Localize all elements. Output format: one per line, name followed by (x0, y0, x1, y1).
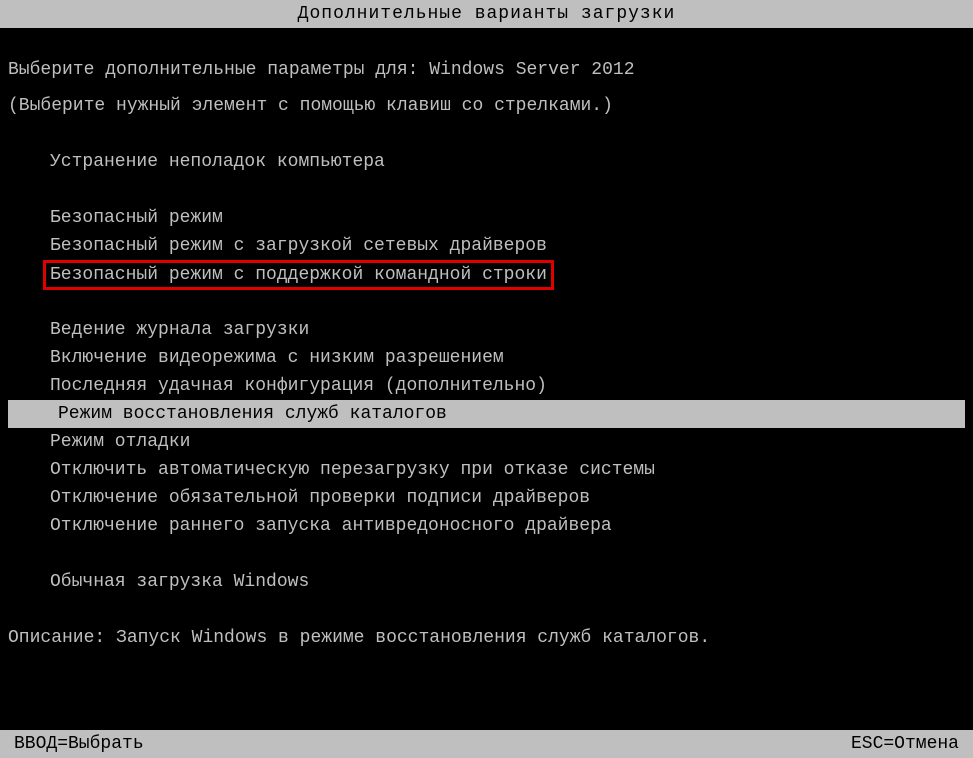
menu-item-safe-mode-networking[interactable]: Безопасный режим с загрузкой сетевых дра… (8, 232, 965, 260)
menu-item-label: Последняя удачная конфигурация (дополнит… (50, 376, 547, 396)
menu-item-dsrm-selected[interactable]: Режим восстановления служб каталогов (8, 400, 965, 428)
menu-item-repair[interactable]: Устранение неполадок компьютера (8, 148, 965, 176)
menu-item-disable-driver-sig[interactable]: Отключение обязательной проверки подписи… (8, 484, 965, 512)
description-label: Описание: (8, 628, 116, 648)
boot-menu-content: Выберите дополнительные параметры для: W… (0, 28, 973, 652)
description-text: Запуск Windows в режиме восстановления с… (116, 628, 710, 648)
prompt-prefix: Выберите дополнительные параметры для: (8, 60, 429, 80)
menu-item-safe-mode-cmd[interactable]: Безопасный режим с поддержкой командной … (8, 260, 965, 288)
menu-item-disable-elam[interactable]: Отключение раннего запуска антивредоносн… (8, 512, 965, 540)
menu-item-label: Режим отладки (50, 432, 190, 452)
menu-item-low-res-video[interactable]: Включение видеорежима с низким разрешени… (8, 344, 965, 372)
prompt-hint: (Выберите нужный элемент с помощью клави… (8, 92, 965, 120)
menu-item-label: Режим восстановления служб каталогов (58, 404, 447, 424)
menu-item-safe-mode[interactable]: Безопасный режим (8, 204, 965, 232)
menu-item-label: Включение видеорежима с низким разрешени… (50, 348, 504, 368)
menu-item-last-known-good[interactable]: Последняя удачная конфигурация (дополнит… (8, 372, 965, 400)
menu-item-label: Отключить автоматическую перезагрузку пр… (50, 460, 655, 480)
menu-item-label: Безопасный режим с поддержкой командной … (50, 265, 547, 285)
menu-item-label: Отключение обязательной проверки подписи… (50, 488, 590, 508)
screen-title: Дополнительные варианты загрузки (298, 4, 676, 24)
menu-item-label: Отключение раннего запуска антивредоносн… (50, 516, 612, 536)
menu-item-start-normally[interactable]: Обычная загрузка Windows (8, 568, 965, 596)
menu-item-label: Устранение неполадок компьютера (50, 152, 385, 172)
prompt-line: Выберите дополнительные параметры для: W… (8, 56, 965, 84)
title-bar: Дополнительные варианты загрузки (0, 0, 973, 28)
menu-item-label: Обычная загрузка Windows (50, 572, 309, 592)
menu-item-disable-auto-restart[interactable]: Отключить автоматическую перезагрузку пр… (8, 456, 965, 484)
footer-enter: ВВОД=Выбрать (14, 730, 144, 758)
highlighted-option: Безопасный режим с поддержкой командной … (43, 260, 554, 290)
footer-esc: ESC=Отмена (851, 730, 959, 758)
menu-item-label: Ведение журнала загрузки (50, 320, 309, 340)
description-line: Описание: Запуск Windows в режиме восста… (8, 624, 965, 652)
menu-item-label: Безопасный режим с загрузкой сетевых дра… (50, 236, 547, 256)
menu-item-boot-logging[interactable]: Ведение журнала загрузки (8, 316, 965, 344)
menu-item-label: Безопасный режим (50, 208, 223, 228)
menu-item-debug[interactable]: Режим отладки (8, 428, 965, 456)
footer-bar: ВВОД=Выбрать ESC=Отмена (0, 730, 973, 758)
os-name: Windows Server 2012 (429, 60, 634, 80)
